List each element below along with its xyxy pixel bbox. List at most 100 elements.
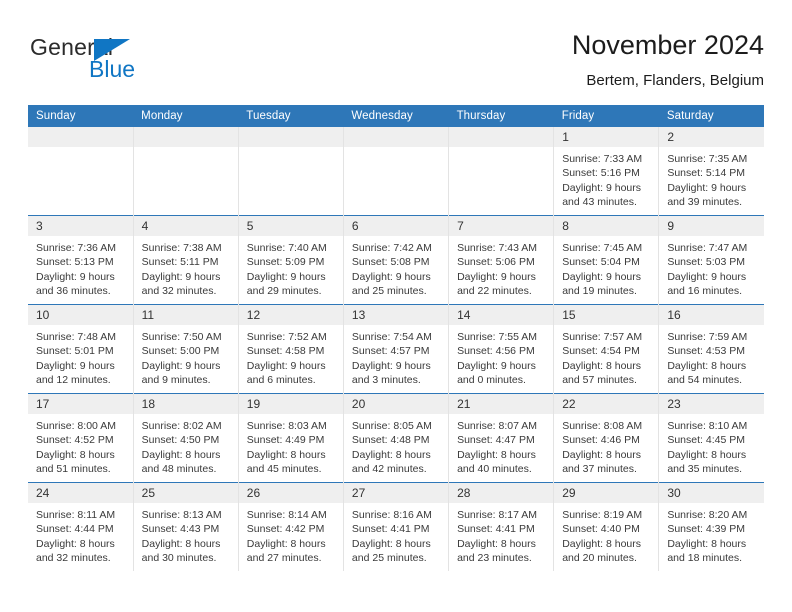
general-blue-logo[interactable]: General Blue <box>28 34 248 96</box>
sunset-text: Sunset: 5:09 PM <box>246 256 325 269</box>
calendar-grid: Sunday Monday Tuesday Wednesday Thursday… <box>28 105 764 571</box>
sunrise-text: Sunrise: 7:57 AM <box>562 331 643 343</box>
calendar-day-cell[interactable]: 2 Sunrise: 7:35 AM Sunset: 5:14 PM Daylight… <box>658 127 764 216</box>
calendar-day-cell[interactable]: 4 Sunrise: 7:38 AM Sunset: 5:11 PM Daylight… <box>132 215 239 305</box>
calendar-day-cell[interactable]: 5 Sunrise: 7:40 AM Sunset: 5:09 PM Daylight… <box>237 215 344 305</box>
weekday-header-saturday: Saturday <box>666 110 714 122</box>
daylight-text: Daylight: 9 hours and 0 minutes. <box>457 359 536 386</box>
weekday-header-row: Sunday Monday Tuesday Wednesday Thursday… <box>28 105 764 127</box>
sunset-text: Sunset: 5:14 PM <box>667 167 745 180</box>
day-details: Sunrise: 7:38 AM Sunset: 5:11 PM Daylight:… <box>134 236 238 298</box>
weekday-header-monday: Monday <box>141 110 183 122</box>
sunset-text: Sunset: 4:52 PM <box>36 434 114 447</box>
calendar-day-cell[interactable]: 7 Sunrise: 7:43 AM Sunset: 5:06 PM Daylight… <box>448 215 554 305</box>
sunset-text: Sunset: 5:06 PM <box>457 256 535 269</box>
calendar-day-cell[interactable]: 13 Sunrise: 7:54 AM Sunset: 4:57 PM Dayligh… <box>342 304 449 394</box>
sunrise-text: Sunrise: 7:54 AM <box>351 331 432 343</box>
calendar-day-cell[interactable]: 25 Sunrise: 8:13 AM Sunset: 4:43 PM Dayligh… <box>132 482 239 571</box>
calendar-day-cell[interactable]: 8 Sunrise: 7:45 AM Sunset: 5:04 PM Daylight… <box>553 215 659 305</box>
sunrise-text: Sunrise: 7:35 AM <box>667 153 748 165</box>
calendar-day-cell[interactable]: 22 Sunrise: 8:08 AM Sunset: 4:46 PM Dayligh… <box>553 393 659 483</box>
page-title: November 2024 <box>571 30 764 60</box>
calendar-day-cell[interactable]: 1 Sunrise: 7:33 AM Sunset: 5:16 PM Daylight… <box>553 127 659 216</box>
day-details: Sunrise: 7:48 AM Sunset: 5:01 PM Daylight:… <box>28 325 133 387</box>
calendar-day-cell[interactable]: 29 Sunrise: 8:19 AM Sunset: 4:40 PM Dayligh… <box>553 482 659 571</box>
day-number: 2 <box>659 127 764 147</box>
daylight-text: Daylight: 9 hours and 19 minutes. <box>562 270 641 297</box>
sunset-text: Sunset: 4:40 PM <box>562 523 640 536</box>
daylight-text: Daylight: 9 hours and 32 minutes. <box>141 270 221 297</box>
day-number: 17 <box>28 394 133 414</box>
calendar-day-cell-empty <box>28 127 133 216</box>
day-details: Sunrise: 8:16 AM Sunset: 4:41 PM Daylight:… <box>344 503 448 565</box>
calendar-week-row: 24 Sunrise: 8:11 AM Sunset: 4:44 PM Dayligh… <box>28 482 764 571</box>
calendar-day-cell[interactable]: 6 Sunrise: 7:42 AM Sunset: 5:08 PM Daylight… <box>342 215 449 305</box>
sunrise-text: Sunrise: 7:38 AM <box>141 242 222 254</box>
sunrise-text: Sunrise: 8:11 AM <box>36 509 116 521</box>
daylight-text: Daylight: 8 hours and 35 minutes. <box>667 448 747 475</box>
day-details: Sunrise: 7:43 AM Sunset: 5:06 PM Daylight:… <box>449 236 553 298</box>
day-details: Sunrise: 7:45 AM Sunset: 5:04 PM Daylight:… <box>554 236 658 298</box>
sunrise-text: Sunrise: 7:50 AM <box>141 331 222 343</box>
sunset-text: Sunset: 4:58 PM <box>246 345 325 358</box>
calendar-page: General Blue November 2024 Bertem, Fland… <box>0 0 792 612</box>
calendar-day-cell[interactable]: 28 Sunrise: 8:17 AM Sunset: 4:41 PM Dayligh… <box>448 482 554 571</box>
calendar-day-cell[interactable]: 9 Sunrise: 7:47 AM Sunset: 5:03 PM Daylight… <box>658 215 764 305</box>
day-number: 1 <box>554 127 659 147</box>
daylight-text: Daylight: 8 hours and 42 minutes. <box>351 448 431 475</box>
day-number: 29 <box>554 483 659 503</box>
calendar-day-cell[interactable]: 30 Sunrise: 8:20 AM Sunset: 4:39 PM Dayligh… <box>658 482 764 571</box>
day-details: Sunrise: 8:08 AM Sunset: 4:46 PM Daylight:… <box>554 414 658 476</box>
calendar-day-cell[interactable]: 16 Sunrise: 7:59 AM Sunset: 4:53 PM Dayligh… <box>658 304 764 394</box>
sunrise-text: Sunrise: 8:19 AM <box>562 509 643 521</box>
calendar-day-cell[interactable]: 20 Sunrise: 8:05 AM Sunset: 4:48 PM Dayligh… <box>342 393 449 483</box>
weekday-header-friday: Friday <box>561 110 595 122</box>
day-number: 16 <box>659 305 764 325</box>
sunrise-text: Sunrise: 7:33 AM <box>562 153 643 165</box>
sunrise-text: Sunrise: 8:03 AM <box>246 420 327 432</box>
day-number: 22 <box>554 394 659 414</box>
day-details: Sunrise: 8:05 AM Sunset: 4:48 PM Daylight:… <box>344 414 448 476</box>
calendar-day-cell[interactable]: 18 Sunrise: 8:02 AM Sunset: 4:50 PM Dayligh… <box>132 393 239 483</box>
sunrise-text: Sunrise: 7:59 AM <box>667 331 748 343</box>
sunset-text: Sunset: 5:01 PM <box>36 345 114 358</box>
sunrise-text: Sunrise: 7:36 AM <box>36 242 116 254</box>
sunrise-text: Sunrise: 8:08 AM <box>562 420 643 432</box>
calendar-day-cell[interactable]: 24 Sunrise: 8:11 AM Sunset: 4:44 PM Dayligh… <box>28 482 134 571</box>
calendar-day-cell-empty <box>448 127 554 216</box>
calendar-week-row: 10 Sunrise: 7:48 AM Sunset: 5:01 PM Dayligh… <box>28 304 764 394</box>
calendar-day-cell[interactable]: 21 Sunrise: 8:07 AM Sunset: 4:47 PM Dayligh… <box>448 393 554 483</box>
calendar-day-cell[interactable]: 15 Sunrise: 7:57 AM Sunset: 4:54 PM Dayligh… <box>553 304 659 394</box>
day-number <box>133 127 238 147</box>
calendar-day-cell[interactable]: 10 Sunrise: 7:48 AM Sunset: 5:01 PM Dayligh… <box>28 304 134 394</box>
day-details: Sunrise: 8:10 AM Sunset: 4:45 PM Daylight:… <box>659 414 764 476</box>
sunset-text: Sunset: 5:04 PM <box>562 256 640 269</box>
calendar-day-cell[interactable]: 3 Sunrise: 7:36 AM Sunset: 5:13 PM Daylight… <box>28 215 134 305</box>
calendar-day-cell[interactable]: 17 Sunrise: 8:00 AM Sunset: 4:52 PM Dayligh… <box>28 393 134 483</box>
sunrise-text: Sunrise: 8:14 AM <box>246 509 327 521</box>
calendar-day-cell[interactable]: 12 Sunrise: 7:52 AM Sunset: 4:58 PM Dayligh… <box>237 304 344 394</box>
day-number: 21 <box>449 394 554 414</box>
day-number: 24 <box>28 483 133 503</box>
sunset-text: Sunset: 4:57 PM <box>351 345 430 358</box>
day-number: 12 <box>238 305 343 325</box>
calendar-day-cell[interactable]: 26 Sunrise: 8:14 AM Sunset: 4:42 PM Dayligh… <box>237 482 344 571</box>
daylight-text: Daylight: 8 hours and 27 minutes. <box>246 537 326 564</box>
calendar-day-cell[interactable]: 14 Sunrise: 7:55 AM Sunset: 4:56 PM Dayligh… <box>448 304 554 394</box>
calendar-day-cell[interactable]: 19 Sunrise: 8:03 AM Sunset: 4:49 PM Dayligh… <box>237 393 344 483</box>
calendar-day-cell[interactable]: 23 Sunrise: 8:10 AM Sunset: 4:45 PM Dayligh… <box>658 393 764 483</box>
sunset-text: Sunset: 4:54 PM <box>562 345 640 358</box>
sunset-text: Sunset: 4:42 PM <box>246 523 325 536</box>
day-number <box>449 127 554 147</box>
day-number: 27 <box>343 483 449 503</box>
sunset-text: Sunset: 4:43 PM <box>141 523 220 536</box>
daylight-text: Daylight: 9 hours and 16 minutes. <box>667 270 747 297</box>
weekday-header-thursday: Thursday <box>456 110 506 122</box>
daylight-text: Daylight: 8 hours and 23 minutes. <box>457 537 536 564</box>
day-number: 25 <box>133 483 238 503</box>
sunrise-text: Sunrise: 7:52 AM <box>246 331 327 343</box>
calendar-day-cell[interactable]: 11 Sunrise: 7:50 AM Sunset: 5:00 PM Dayligh… <box>132 304 239 394</box>
calendar-day-cell[interactable]: 27 Sunrise: 8:16 AM Sunset: 4:41 PM Dayligh… <box>342 482 449 571</box>
daylight-text: Daylight: 8 hours and 40 minutes. <box>457 448 536 475</box>
sunset-text: Sunset: 5:11 PM <box>141 256 219 269</box>
